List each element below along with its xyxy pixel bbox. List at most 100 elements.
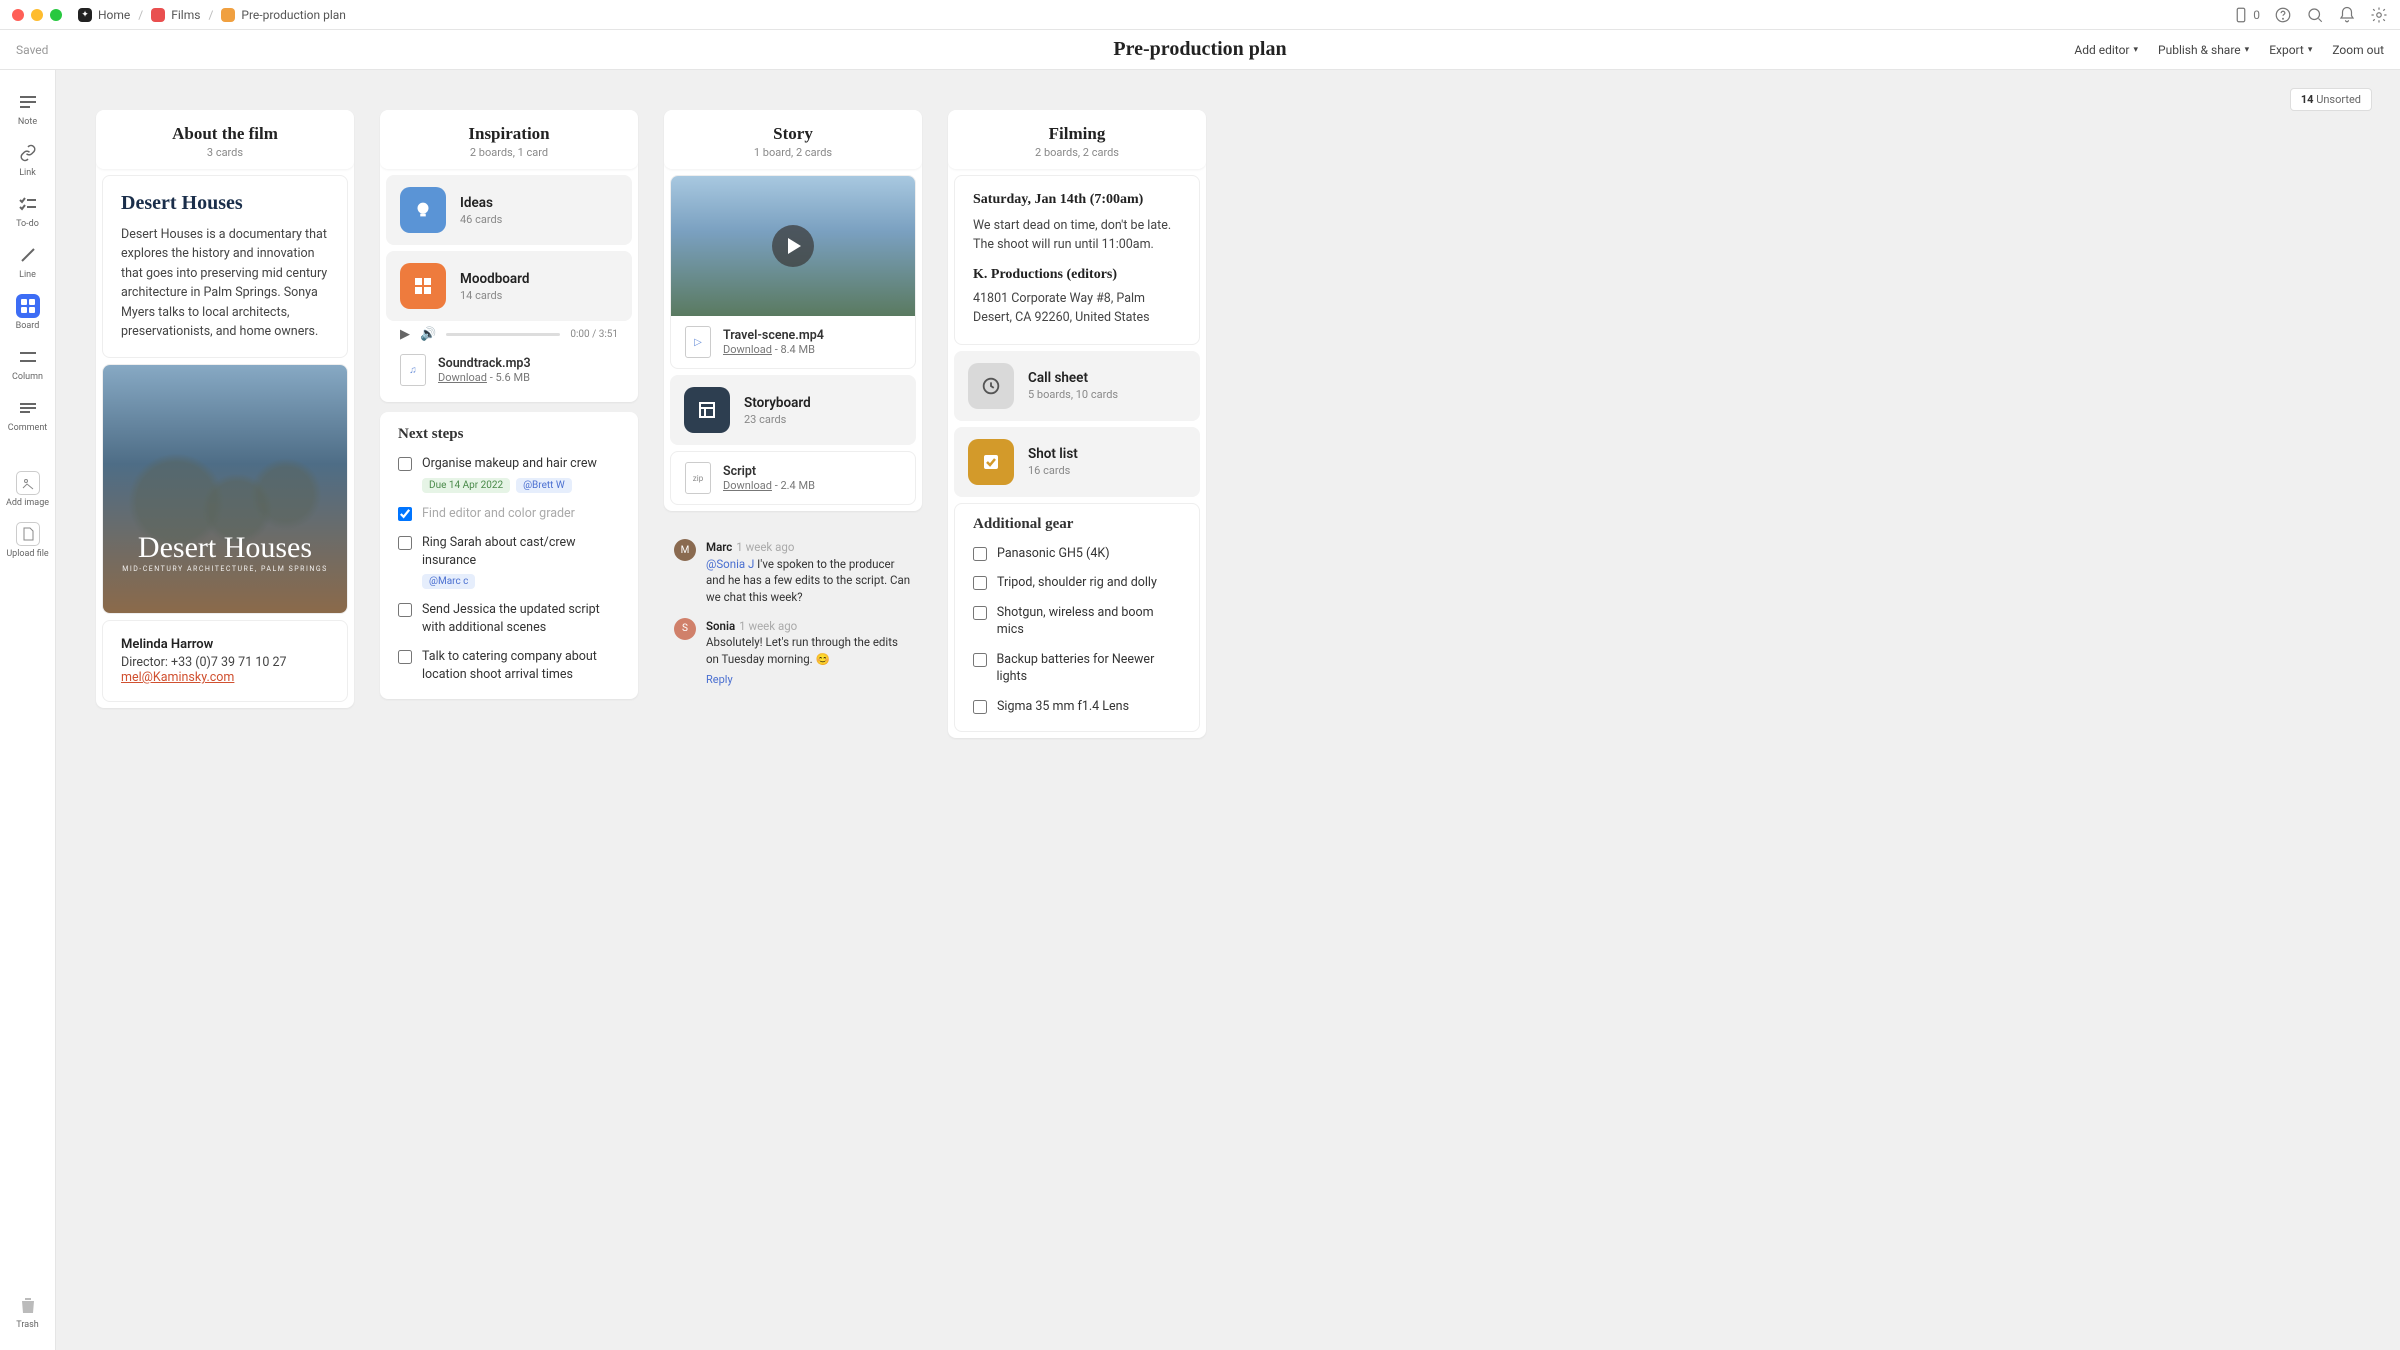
column-filming: Filming 2 boards, 2 cards Saturday, Jan … (948, 110, 1206, 738)
bell-icon[interactable] (2338, 6, 2356, 24)
add-editor-button[interactable]: Add editor▾ (2074, 43, 2138, 57)
file-title: Script (723, 464, 815, 479)
crumb-home[interactable]: ✦ Home (78, 8, 130, 22)
board-moodboard[interactable]: Moodboard14 cards (386, 251, 632, 321)
gear-checkbox[interactable] (973, 547, 987, 561)
audio-track[interactable] (446, 333, 560, 336)
todo-checkbox[interactable] (398, 650, 412, 664)
tool-comment[interactable]: Comment (0, 392, 55, 437)
titlebar: ✦ Home / Films / Pre-production plan 0 (0, 0, 2400, 30)
search-icon[interactable] (2306, 6, 2324, 24)
card-gear[interactable]: Additional gear Panasonic GH5 (4K)Tripod… (954, 503, 1200, 733)
minimize-window[interactable] (31, 9, 43, 21)
todo-checkbox[interactable] (398, 507, 412, 521)
film-title: Desert Houses (121, 192, 329, 215)
help-icon[interactable] (2274, 6, 2292, 24)
avatar[interactable]: M (674, 539, 696, 561)
card-schedule[interactable]: Saturday, Jan 14th (7:00am) We start dea… (954, 175, 1200, 345)
export-button[interactable]: Export▾ (2269, 43, 2312, 57)
tool-todo[interactable]: To-do (0, 188, 55, 233)
gear-item[interactable]: Panasonic GH5 (4K) (955, 539, 1199, 569)
column-header[interactable]: Inspiration 2 boards, 1 card (380, 110, 638, 169)
label: Add editor (2074, 43, 2129, 57)
contact-line: Director: +33 (0)7 39 71 10 27 (121, 655, 329, 670)
audio-time: 0:00 / 3:51 (570, 329, 618, 340)
crumb-films[interactable]: Films (151, 8, 200, 22)
device-count[interactable]: 0 (2232, 6, 2260, 24)
video-thumbnail[interactable] (671, 176, 915, 316)
tool-board[interactable]: Board (0, 290, 55, 335)
todo-checkbox[interactable] (398, 603, 412, 617)
tool-line[interactable]: Line (0, 239, 55, 284)
tool-note[interactable]: Note (0, 86, 55, 131)
card-film-desc[interactable]: Desert Houses Desert Houses is a documen… (102, 175, 348, 358)
tool-upload-file[interactable]: Upload file (0, 518, 55, 563)
board-ideas[interactable]: Ideas46 cards (386, 175, 632, 245)
tool-add-image[interactable]: Add image (0, 467, 55, 512)
reply-link[interactable]: Reply (706, 672, 912, 688)
file-soundtrack[interactable]: ♫ Soundtrack.mp3Download - 5.6 MB (386, 344, 632, 396)
column-title: Inspiration (392, 124, 626, 144)
board-storyboard[interactable]: Storyboard23 cards (670, 375, 916, 445)
play-icon[interactable]: ▶ (400, 327, 410, 342)
comments: M Marc1 week ago @Sonia J I've spoken to… (664, 521, 922, 698)
todo-item[interactable]: Talk to catering company about location … (380, 642, 638, 689)
card-video[interactable]: ▷ Travel-scene.mp4Download - 8.4 MB (670, 175, 916, 369)
todo-item[interactable]: Send Jessica the updated script with add… (380, 595, 638, 642)
todo-text: Find editor and color grader (422, 505, 620, 523)
todo-item[interactable]: Organise makeup and hair crewDue 14 Apr … (380, 449, 638, 499)
card-contact[interactable]: Melinda Harrow Director: +33 (0)7 39 71 … (102, 620, 348, 702)
board-shotlist[interactable]: Shot list16 cards (954, 427, 1200, 497)
tool-link[interactable]: Link (0, 137, 55, 182)
contact-email[interactable]: mel@Kaminsky.com (121, 670, 234, 685)
todo-text: Send Jessica the updated script with add… (422, 601, 620, 636)
gear-checkbox[interactable] (973, 653, 987, 667)
tool-column[interactable]: Column (0, 341, 55, 386)
tag[interactable]: @Marc c (422, 574, 475, 589)
gear-checkbox[interactable] (973, 576, 987, 590)
canvas[interactable]: 14 Unsorted About the film 3 cards Deser… (56, 70, 2400, 1350)
download-link[interactable]: Download (723, 343, 772, 356)
download-link[interactable]: Download (438, 371, 487, 384)
publish-button[interactable]: Publish & share▾ (2158, 43, 2249, 57)
gear-icon[interactable] (2370, 6, 2388, 24)
video-file-icon: ▷ (685, 326, 711, 358)
column-sub: 1 board, 2 cards (676, 146, 910, 159)
tool-trash[interactable]: Trash (0, 1289, 55, 1334)
schedule-note: We start dead on time, don't be late. Th… (973, 216, 1181, 255)
column-header[interactable]: Filming 2 boards, 2 cards (948, 110, 1206, 169)
chevron-down-icon: ▾ (2308, 45, 2313, 55)
comment-author: Sonia (706, 619, 735, 633)
column-story: Story 1 board, 2 cards ▷ Travel-scene.mp… (664, 110, 922, 698)
gear-item[interactable]: Tripod, shoulder rig and dolly (955, 568, 1199, 598)
todo-item[interactable]: Ring Sarah about cast/crew insurance@Mar… (380, 528, 638, 595)
avatar[interactable]: S (674, 618, 696, 640)
column-header[interactable]: About the film 3 cards (96, 110, 354, 169)
gear-item[interactable]: Backup batteries for Neewer lights (955, 645, 1199, 692)
gear-checkbox[interactable] (973, 606, 987, 620)
card-poster[interactable]: Desert Houses MID-CENTURY ARCHITECTURE, … (102, 364, 348, 614)
zoom-out-button[interactable]: Zoom out (2332, 43, 2384, 57)
unsorted-pill[interactable]: 14 Unsorted (2290, 88, 2372, 111)
crumb-current[interactable]: Pre-production plan (221, 8, 346, 22)
gear-checkbox[interactable] (973, 700, 987, 714)
maximize-window[interactable] (50, 9, 62, 21)
board-sub: 16 cards (1028, 464, 1078, 477)
note-icon (16, 90, 40, 114)
tag[interactable]: Due 14 Apr 2022 (422, 478, 510, 493)
download-link[interactable]: Download (723, 479, 772, 492)
board-callsheet[interactable]: Call sheet5 boards, 10 cards (954, 351, 1200, 421)
todo-checkbox[interactable] (398, 536, 412, 550)
gear-item[interactable]: Shotgun, wireless and boom mics (955, 598, 1199, 645)
unsorted-label: Unsorted (2316, 93, 2361, 106)
column-header[interactable]: Story 1 board, 2 cards (664, 110, 922, 169)
card-script-file[interactable]: zip ScriptDownload - 2.4 MB (670, 451, 916, 505)
tag[interactable]: @Brett W (516, 478, 572, 493)
todo-item[interactable]: Find editor and color grader (380, 499, 638, 529)
gear-item[interactable]: Sigma 35 mm f1.4 Lens (955, 692, 1199, 722)
volume-icon[interactable]: 🔊 (420, 327, 436, 342)
card-next-steps[interactable]: Next steps Organise makeup and hair crew… (380, 412, 638, 699)
mention[interactable]: @Sonia J (706, 557, 754, 571)
close-window[interactable] (12, 9, 24, 21)
todo-checkbox[interactable] (398, 457, 412, 471)
